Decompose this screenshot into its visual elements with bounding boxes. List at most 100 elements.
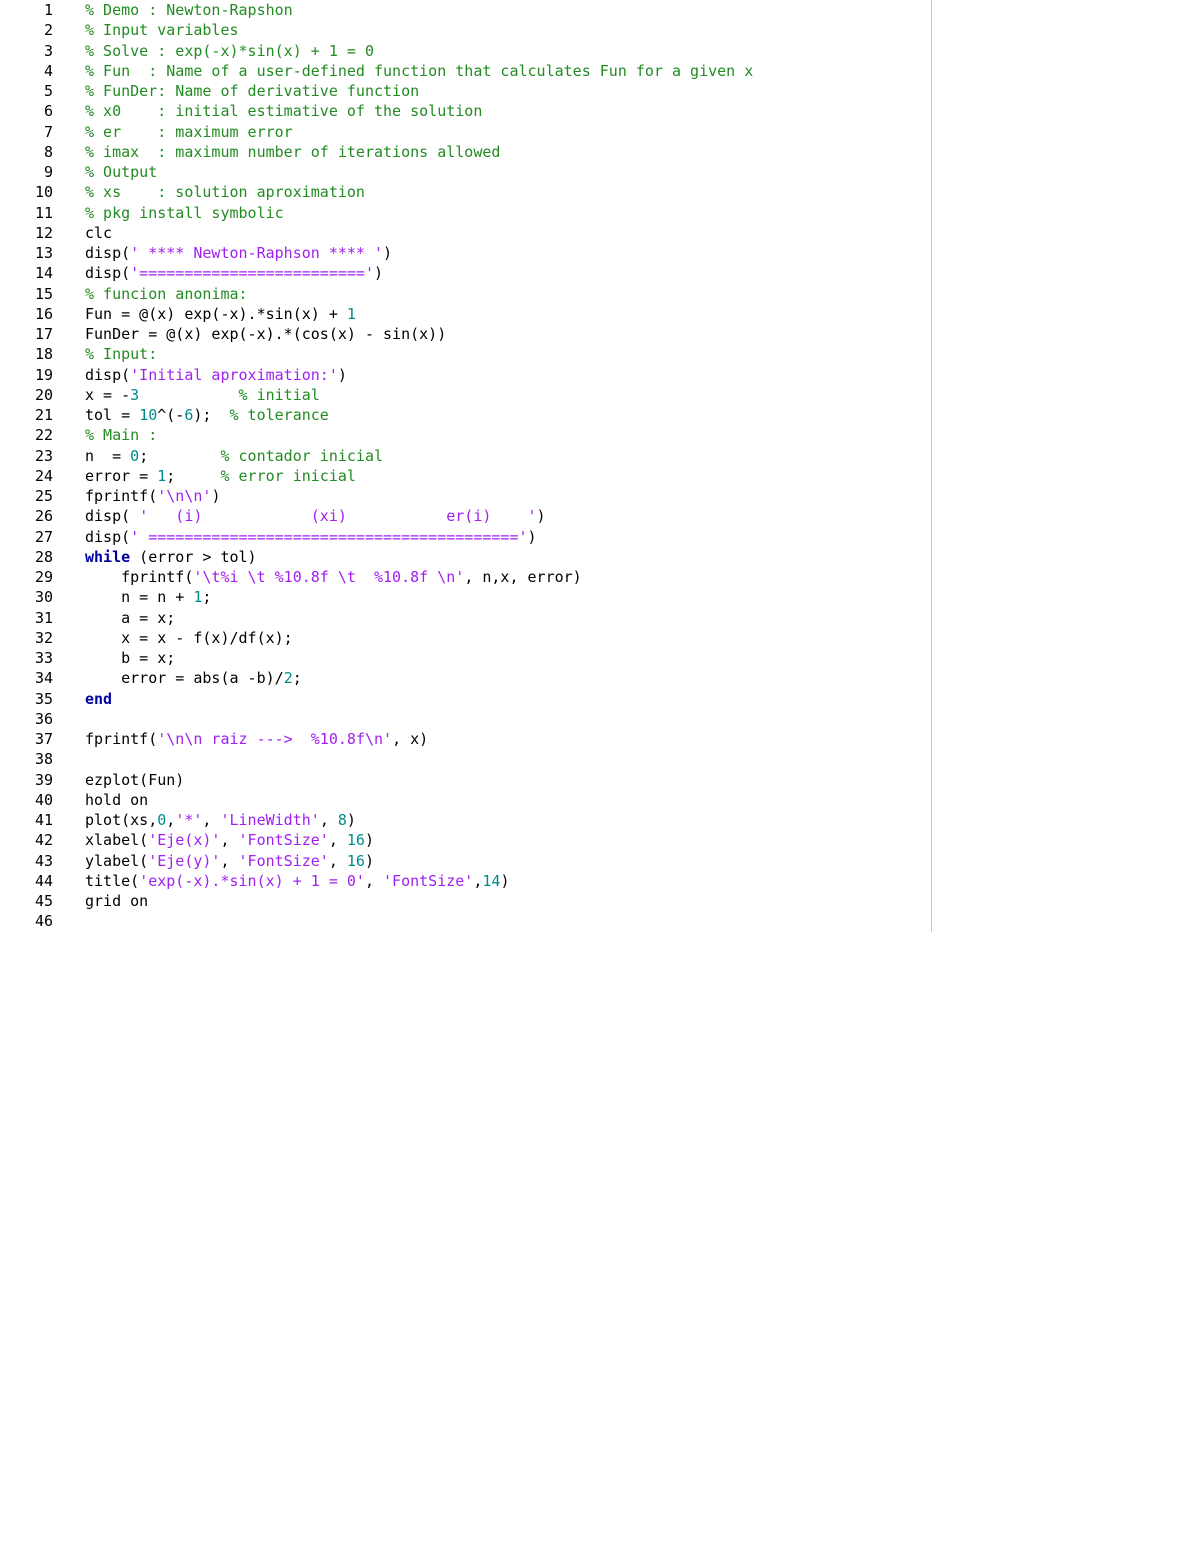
code-token: , [328, 851, 347, 870]
line-number: 8 [43, 142, 53, 161]
line-number: 27 [34, 527, 53, 546]
line-text: % Input: [85, 344, 157, 364]
code-token: disp( [85, 244, 131, 262]
code-token: ) [374, 264, 384, 283]
code-token: hold on [85, 790, 149, 809]
line-number: 20 [34, 385, 53, 404]
code-token: ) [211, 487, 221, 505]
line-text: title('exp(-x).*sin(x) + 1 = 0', 'FontSi… [85, 871, 509, 891]
code-token: clc [85, 223, 113, 242]
line-number: 15 [34, 284, 53, 303]
code-token: , [319, 811, 338, 829]
line-text: % FunDer: Name of derivative function [85, 81, 419, 101]
line-text: xlabel('Eje(x)', 'FontSize', 16) [85, 830, 374, 850]
number-token: 0 [130, 446, 140, 465]
line-text: disp(' =================================… [85, 527, 537, 547]
number-token: 16 [346, 831, 365, 850]
line-number: 43 [34, 851, 53, 870]
code-token: ) [536, 507, 546, 526]
line-number: 39 [34, 770, 53, 789]
line-text: fprintf('\t%i \t %10.8f \t %10.8f \n', n… [85, 567, 582, 587]
line-text: % er : maximum error [85, 122, 293, 142]
string-token: '*' [175, 811, 203, 829]
code-token: x = x - f(x)/df(x); [85, 628, 293, 647]
line-text: error = 1; % error inicial [85, 466, 356, 486]
line-number: 44 [34, 871, 53, 890]
line-number: 29 [34, 568, 53, 586]
code-token: ) [364, 831, 374, 850]
code-token: plot(xs, [85, 811, 158, 829]
line-text: % Fun : Name of a user-defined function … [85, 61, 753, 81]
code-token: a = x; [85, 608, 176, 627]
comment-token: % Solve : exp(-x)*sin(x) + 1 = 0 [85, 41, 374, 60]
line-text: % Demo : Newton-Rapshon [85, 0, 293, 20]
comment-token: % Input: [85, 345, 158, 364]
code-token: ; [292, 669, 302, 688]
line-text: n = n + 1; [85, 587, 211, 607]
code-token: ) [364, 851, 374, 870]
line-text: error = abs(a -b)/2; [85, 668, 302, 688]
number-token: 10 [139, 406, 158, 424]
code-token: , [220, 831, 239, 850]
line-text: % Input variables [85, 20, 239, 40]
code-token: FunDer = @(x) exp(-x).*(cos(x) - sin(x)) [85, 325, 447, 343]
right-margin-line [931, 0, 932, 932]
line-text: x = x - f(x)/df(x); [85, 628, 293, 648]
line-text: % xs : solution aproximation [85, 182, 365, 202]
string-token: '\n\n raiz ---> %10.8f\n' [157, 730, 393, 748]
line-number: 42 [34, 831, 53, 850]
comment-token: % Demo : Newton-Rapshon [85, 1, 293, 19]
code-token: ) [337, 365, 347, 384]
code-token: n = n + [85, 588, 194, 607]
line-text: b = x; [85, 648, 175, 668]
line-number: 2 [43, 21, 53, 40]
line-number: 18 [34, 345, 53, 364]
number-token: 1 [157, 466, 167, 485]
line-text: while (error > tol) [85, 547, 257, 567]
line-number: 5 [43, 82, 53, 100]
number-token: 16 [346, 851, 365, 870]
code-token: ) [500, 871, 510, 890]
line-number: 19 [34, 365, 53, 384]
code-token: error = [85, 466, 158, 485]
comment-token: % pkg install symbolic [85, 203, 284, 222]
comment-token: % initial [238, 385, 320, 404]
code-token: ; [202, 588, 212, 607]
line-number: 33 [34, 649, 53, 667]
line-number: 24 [34, 466, 53, 485]
code-token: ); [193, 406, 230, 424]
number-token: 14 [482, 871, 501, 890]
line-number: 10 [34, 183, 53, 202]
comment-token: % error inicial [220, 466, 356, 485]
line-text: ylabel('Eje(y)', 'FontSize', 16) [85, 851, 374, 871]
line-number: 30 [34, 588, 53, 607]
line-text: % Solve : exp(-x)*sin(x) + 1 = 0 [85, 41, 374, 61]
comment-token: % Output [85, 163, 158, 181]
number-token: 3 [130, 385, 140, 404]
line-number: 3 [43, 41, 53, 60]
comment-token: % Input variables [85, 21, 239, 40]
line-number: 21 [34, 406, 53, 424]
code-token: , x) [392, 730, 429, 748]
code-token: b = x; [85, 649, 176, 667]
line-text: plot(xs,0,'*', 'LineWidth', 8) [85, 810, 356, 830]
comment-token: % Main : [85, 426, 158, 445]
line-number: 12 [34, 223, 53, 242]
code-token: , [328, 831, 347, 850]
line-number: 41 [34, 811, 53, 829]
code-editor[interactable]: 1 % Demo : Newton-Rapshon 2 % Input variabl… [0, 0, 1200, 940]
line-text: x = -3 % initial [85, 385, 320, 405]
string-token: 'Initial aproximation:' [130, 365, 338, 384]
line-text: hold on [85, 790, 148, 810]
code-token: ezplot(Fun) [85, 770, 185, 789]
code-token: fprintf( [85, 487, 158, 505]
code-token: ^(- [157, 406, 185, 424]
line-text: end [85, 689, 112, 709]
line-number: 34 [34, 669, 53, 688]
line-text: % funcion anonima: [85, 284, 248, 304]
line-number: 7 [43, 122, 53, 141]
line-text: % Main : [85, 425, 157, 445]
code-token: , [364, 871, 384, 890]
code-token: , [166, 811, 176, 829]
